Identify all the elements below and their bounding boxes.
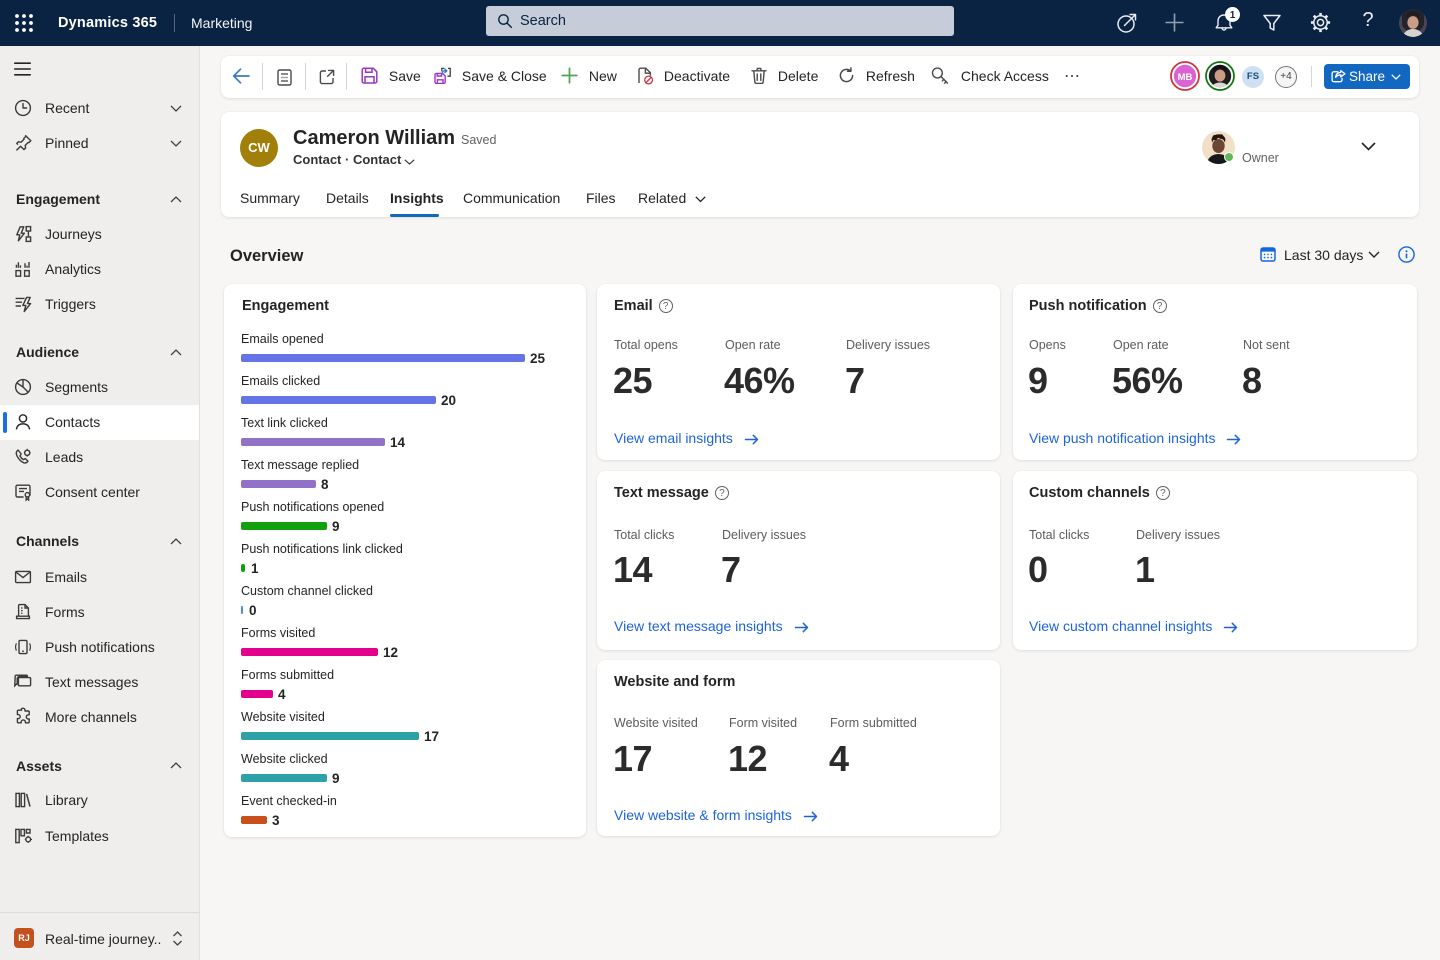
svg-text:MB: MB xyxy=(1178,72,1193,83)
svg-text:1: 1 xyxy=(1230,10,1236,21)
